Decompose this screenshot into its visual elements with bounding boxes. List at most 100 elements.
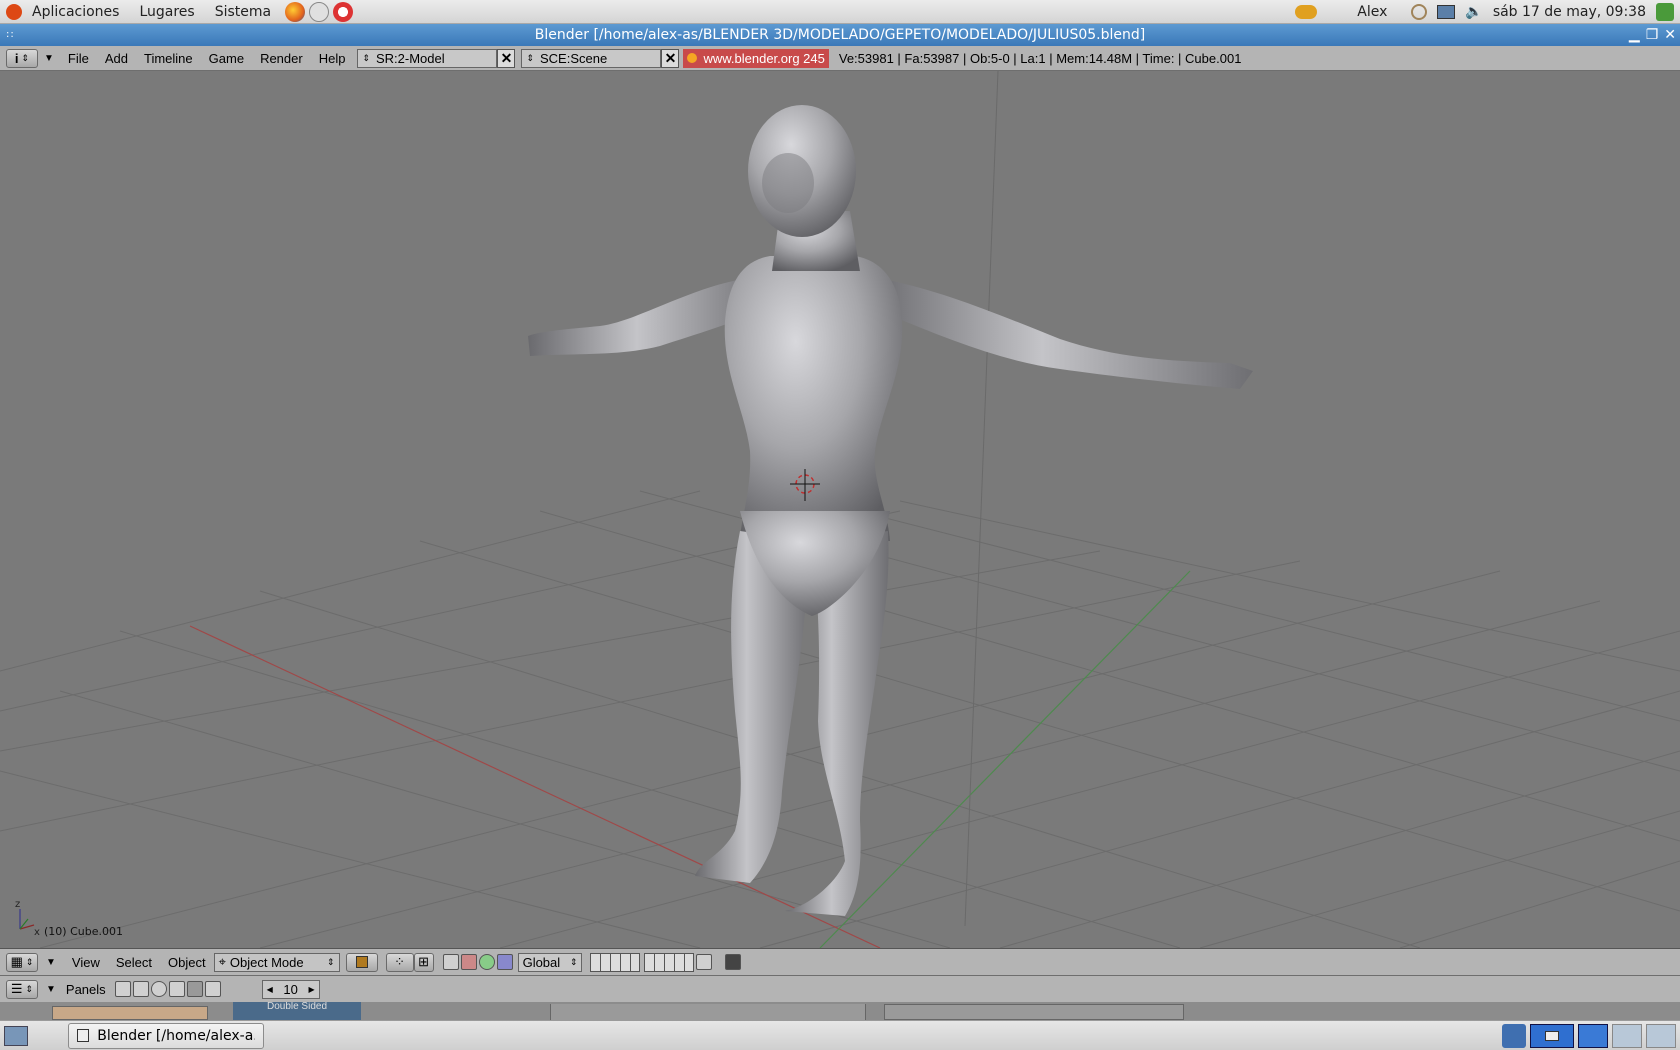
pivot-icon: ⁘ [394, 954, 406, 969]
editing-icon[interactable] [186, 981, 203, 997]
workspace-3[interactable] [1612, 1023, 1642, 1048]
display-icon[interactable] [1437, 5, 1456, 19]
gnome-top-panel: Aplicaciones Lugares Sistema Alex 🔈 sáb … [0, 0, 1680, 24]
network-icon[interactable] [1295, 5, 1318, 19]
logic-icon[interactable] [114, 981, 131, 997]
blender-info-header: i ⇕ ▼ File Add Timeline Game Render Help … [0, 46, 1680, 71]
shading-icon[interactable] [150, 981, 167, 997]
scene-name[interactable]: SCE:Scene [540, 51, 607, 66]
editor-type-button[interactable]: ▦ ⇕ [6, 952, 38, 972]
minimize-icon[interactable]: ▁ [1629, 24, 1640, 46]
gnome-bottom-panel: Blender [/home/alex-a... [0, 1020, 1680, 1050]
menu-game[interactable]: Game [201, 51, 252, 66]
window-type-button[interactable]: i ⇕ [6, 48, 38, 68]
menu-timeline[interactable]: Timeline [136, 51, 201, 66]
blender-logo-icon [687, 53, 698, 63]
3d-view-header: ▦ ⇕ ▼ View Select Object ⌖ Object Mode ⇕ … [0, 948, 1680, 975]
context-buttons [114, 981, 222, 997]
window-icon [77, 1029, 90, 1042]
menu-sistema[interactable]: Sistema [205, 0, 281, 24]
object-mode-icon: ⌖ [218, 954, 226, 969]
scene-delete-button[interactable]: ✕ [661, 48, 680, 68]
menu-render[interactable]: Render [252, 51, 311, 66]
buttons-window-header: ☰ ⇕ ▼ Panels ◀ 10 ▶ [0, 975, 1680, 1002]
panel-tab-1[interactable] [52, 1006, 208, 1020]
clock[interactable]: sáb 17 de may, 09:38 [1493, 4, 1646, 20]
axis-label-x: x [34, 927, 40, 938]
volume-icon[interactable]: 🔈 [1465, 4, 1482, 20]
draw-type-button[interactable] [345, 952, 378, 972]
info-icon: i [14, 50, 19, 66]
menu-file[interactable]: File [60, 51, 97, 66]
translate-icon[interactable] [460, 954, 477, 970]
workspace-2[interactable] [1578, 1023, 1608, 1048]
mode-selector[interactable]: ⌖ Object Mode ⇕ [213, 952, 340, 972]
collapse-triangle-icon[interactable]: ▼ [44, 53, 54, 64]
orientation-selector[interactable]: Global ⇕ [517, 952, 582, 972]
buttons-window-content: Double Sided [0, 1002, 1680, 1020]
render-icon[interactable] [724, 954, 741, 970]
manipulator-group [442, 954, 514, 970]
help-icon[interactable] [333, 1, 354, 22]
scene-icon[interactable] [204, 981, 221, 997]
axis-label-z: z [15, 899, 20, 910]
solid-cube-icon [355, 956, 368, 968]
object-label: (10) Cube.001 [44, 925, 123, 938]
grid-icon: ▦ [10, 954, 23, 969]
collapse-triangle-icon[interactable]: ▼ [46, 957, 56, 968]
3d-viewport[interactable]: z x (10) Cube.001 [0, 71, 1680, 948]
buttons-icon: ☰ [10, 981, 23, 996]
menu-aplicaciones[interactable]: Aplicaciones [22, 0, 129, 24]
object-icon[interactable] [168, 981, 185, 997]
ubuntu-logo-icon[interactable] [6, 3, 22, 20]
panels-label: Panels [65, 981, 106, 997]
pivot-button[interactable]: ⁘ [385, 952, 414, 972]
scale-icon[interactable] [496, 954, 513, 970]
user-name[interactable]: Alex [1357, 4, 1387, 20]
snap-icon: ⊞ [418, 954, 430, 969]
snap-button[interactable]: ⊞ [413, 952, 434, 972]
layer-buttons-2[interactable] [643, 952, 694, 972]
taskbar-button-blender[interactable]: Blender [/home/alex-a... [68, 1022, 264, 1049]
layer-buttons-1[interactable] [589, 952, 640, 972]
hand-icon[interactable] [442, 954, 459, 970]
search-icon[interactable] [1411, 4, 1428, 20]
collapse-triangle-icon[interactable]: ▼ [46, 984, 56, 995]
menu-object[interactable]: Object [160, 955, 214, 970]
panel-tab-double-sided[interactable]: Double Sided [233, 1002, 361, 1020]
workspace-1[interactable] [1530, 1023, 1574, 1048]
face-shadow [762, 153, 814, 213]
menu-help[interactable]: Help [311, 51, 354, 66]
blender-url[interactable]: www.blender.org 245 [683, 48, 829, 68]
trash-icon[interactable] [1502, 1023, 1526, 1048]
mail-icon[interactable] [309, 1, 330, 22]
menu-select[interactable]: Select [108, 955, 160, 970]
scene-selector[interactable]: ⇕ SCE:Scene [521, 48, 662, 68]
workspace-4[interactable] [1646, 1023, 1676, 1048]
show-desktop-icon[interactable] [4, 1025, 28, 1046]
screen-delete-button[interactable]: ✕ [497, 48, 516, 68]
menu-lugares[interactable]: Lugares [129, 0, 204, 24]
frame-field[interactable]: ◀ 10 ▶ [261, 979, 320, 999]
script-icon[interactable] [132, 981, 149, 997]
window-menu-grip[interactable]: :: [6, 24, 15, 46]
panel-controls[interactable] [884, 1004, 1184, 1020]
z-axis-line [964, 71, 999, 927]
lock-icon[interactable] [695, 954, 712, 970]
window-titlebar[interactable]: :: Blender [/home/alex-as/BLENDER 3D/MOD… [0, 24, 1680, 46]
screen-selector[interactable]: ⇕ SR:2-Model [357, 48, 498, 68]
screen-name[interactable]: SR:2-Model [376, 51, 445, 66]
firefox-icon[interactable] [285, 1, 306, 22]
window-title: Blender [/home/alex-as/BLENDER 3D/MODELA… [534, 27, 1146, 43]
scene-stats: Ve:53981 | Fa:53987 | Ob:5-0 | La:1 | Me… [838, 50, 1242, 66]
rotate-icon[interactable] [478, 954, 495, 970]
close-icon[interactable]: ✕ [1664, 24, 1676, 46]
viewport-scene[interactable]: z x (10) Cube.001 [0, 71, 1680, 948]
menu-view[interactable]: View [64, 955, 108, 970]
buttons-editor-type-button[interactable]: ☰ ⇕ [6, 979, 38, 999]
right-arm [870, 277, 1253, 389]
logout-icon[interactable] [1656, 3, 1674, 21]
menu-add[interactable]: Add [97, 51, 136, 66]
maximize-icon[interactable]: ❐ [1646, 24, 1659, 46]
torso [724, 256, 903, 541]
